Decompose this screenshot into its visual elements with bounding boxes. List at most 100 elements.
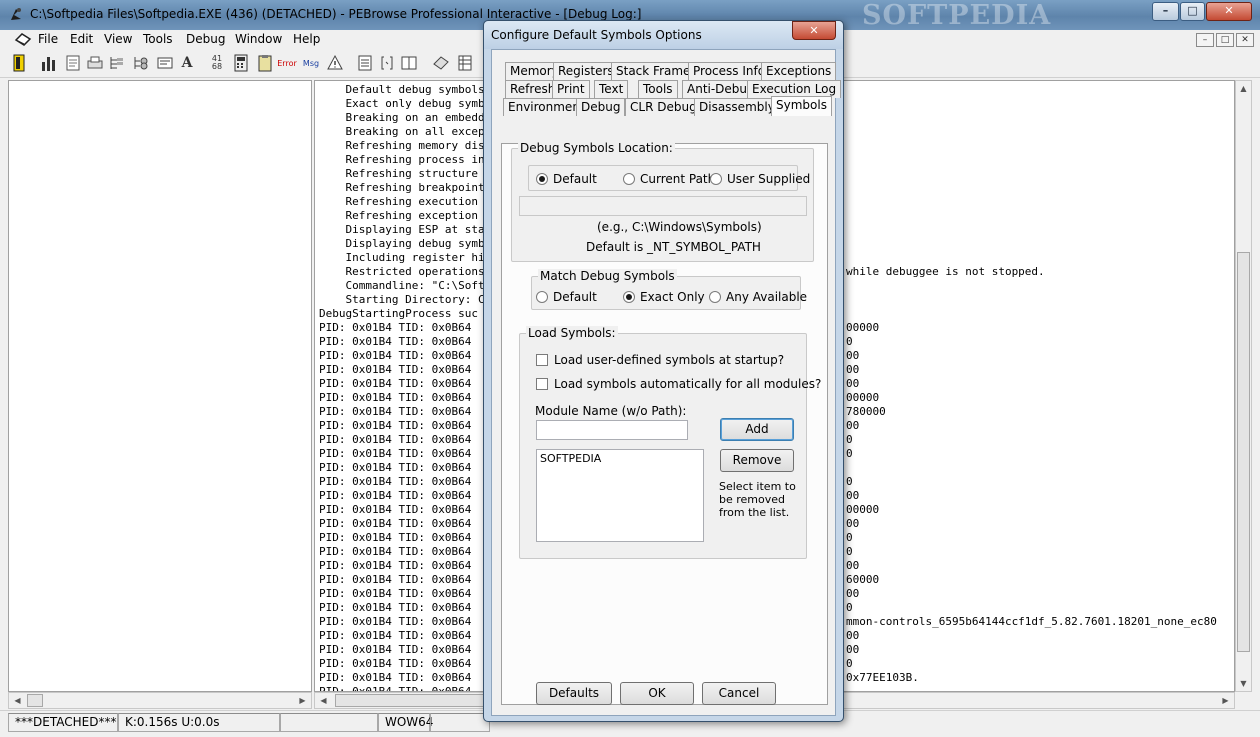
scroll-right-arrow-icon[interactable]: ▶ <box>1218 693 1233 708</box>
list-icon[interactable] <box>356 54 374 72</box>
chart-icon[interactable] <box>40 54 58 72</box>
add-button[interactable]: Add <box>720 418 794 441</box>
text-icon[interactable] <box>156 54 174 72</box>
scroll-right-arrow-icon[interactable]: ▶ <box>295 693 310 708</box>
load-symbols-group: Load Symbols: Load user-defined symbols … <box>519 326 821 559</box>
scroll-left-arrow-icon[interactable]: ◀ <box>10 693 25 708</box>
module-list[interactable]: SOFTPEDIA <box>536 449 704 542</box>
radio-location-user-supplied[interactable]: User Supplied <box>710 172 810 186</box>
module-name-input[interactable] <box>536 420 688 440</box>
tab-tools[interactable]: Tools <box>638 80 678 98</box>
menu-window[interactable]: Window <box>235 32 282 46</box>
log-scroll-thumb[interactable] <box>1237 252 1250 652</box>
status-detached: ***DETACHED*** <box>8 713 118 732</box>
error-msg-icon[interactable]: Error <box>277 54 297 72</box>
tab-disassembly[interactable]: Disassembly <box>694 98 780 116</box>
radio-match-exact-only[interactable]: Exact Only <box>623 290 705 304</box>
symbol-path-field[interactable] <box>519 196 807 216</box>
log-line: Default debug symbols <box>319 83 485 96</box>
hex-icon[interactable]: 41 68 <box>208 54 226 72</box>
radio-location-default[interactable]: Default <box>536 172 597 186</box>
dialog-title: Configure Default Symbols Options <box>491 28 702 42</box>
tab-print[interactable]: Print <box>552 80 590 98</box>
tree-icon[interactable] <box>108 54 126 72</box>
minimize-button[interactable]: – <box>1152 2 1179 21</box>
clipboard-icon[interactable] <box>256 54 274 72</box>
menu-debug[interactable]: Debug <box>186 32 225 46</box>
log-line: PID: 0x01B4 TID: 0x0B64 <box>319 601 472 614</box>
radio-dot-icon <box>536 291 548 303</box>
menu-file[interactable]: File <box>38 32 58 46</box>
doc-icon[interactable] <box>64 54 82 72</box>
checkbox-load-user-defined[interactable]: Load user-defined symbols at startup? <box>536 353 784 367</box>
grid-icon[interactable] <box>456 54 474 72</box>
dialog-close-button[interactable]: ✕ <box>792 21 836 40</box>
checkbox-icon <box>536 378 548 390</box>
tab-exceptions[interactable]: Exceptions <box>761 62 837 80</box>
status-wow64: WOW64 <box>378 713 433 732</box>
checkbox-icon <box>536 354 548 366</box>
window-title: C:\Softpedia Files\Softpedia.EXE (436) (… <box>30 7 642 21</box>
split-icon[interactable] <box>400 54 418 72</box>
log-line: Refreshing breakpoint <box>319 181 485 194</box>
menu-tools[interactable]: Tools <box>143 32 173 46</box>
log-line-tail: 00 <box>846 349 860 362</box>
symbols-location-label: Debug Symbols Location: <box>518 141 675 155</box>
radio-dot-icon <box>536 173 548 185</box>
tab-debug[interactable]: Debug <box>576 98 626 116</box>
scroll-left-arrow-icon[interactable]: ◀ <box>316 693 331 708</box>
brackets-icon[interactable] <box>378 54 396 72</box>
checkbox-load-all-modules[interactable]: Load symbols automatically for all modul… <box>536 377 821 391</box>
tree-pane[interactable] <box>8 80 312 692</box>
document-icon[interactable] <box>14 32 32 47</box>
log-line-tail: while debuggee is not stopped. <box>846 265 1045 278</box>
log-line-tail: 00 <box>846 419 860 432</box>
tab-clr-debug[interactable]: CLR Debug <box>625 98 702 116</box>
tab-symbols[interactable]: Symbols <box>771 96 832 116</box>
left-horizontal-scrollbar[interactable]: ◀ ▶ <box>8 692 312 709</box>
maximize-button[interactable]: □ <box>1180 2 1205 21</box>
log-line: PID: 0x01B4 TID: 0x0B64 <box>319 559 472 572</box>
menu-view[interactable]: View <box>104 32 132 46</box>
log-line-tail: 0 <box>846 475 853 488</box>
mdi-restore-button[interactable]: □ <box>1216 33 1234 47</box>
log-line: Refreshing memory disp <box>319 139 492 152</box>
warning-icon[interactable] <box>326 54 344 72</box>
scroll-thumb[interactable] <box>27 694 43 707</box>
exit-icon[interactable] <box>10 54 28 72</box>
log-line: Refreshing exception l <box>319 209 492 222</box>
tab-process-info[interactable]: Process Info <box>688 62 771 80</box>
tab-registers[interactable]: Registers <box>553 62 619 80</box>
font-icon[interactable]: A <box>178 54 196 72</box>
log-line: PID: 0x01B4 TID: 0x0B64 <box>319 615 472 628</box>
remove-button[interactable]: Remove <box>720 449 794 472</box>
tab-text[interactable]: Text <box>594 80 629 98</box>
cancel-button[interactable]: Cancel <box>702 682 776 705</box>
scroll-down-arrow-icon[interactable]: ▼ <box>1236 676 1251 691</box>
mdi-close-button[interactable]: ✕ <box>1236 33 1254 47</box>
tree2-icon[interactable] <box>132 54 150 72</box>
menu-help[interactable]: Help <box>293 32 320 46</box>
module-list-item[interactable]: SOFTPEDIA <box>540 452 700 465</box>
defaults-button[interactable]: Defaults <box>536 682 612 705</box>
log-line: PID: 0x01B4 TID: 0x0B64 <box>319 587 472 600</box>
checkbox-label: Load symbols automatically for all modul… <box>554 377 822 391</box>
calc-icon[interactable] <box>232 54 250 72</box>
bookmark-icon[interactable] <box>432 54 450 72</box>
dialog-body: Memory Registers Stack Frames Process In… <box>491 49 842 716</box>
log-line: Breaking on all except <box>319 125 492 138</box>
scroll-up-arrow-icon[interactable]: ▲ <box>1236 81 1251 96</box>
radio-match-default[interactable]: Default <box>536 290 597 304</box>
close-button[interactable]: ✕ <box>1206 2 1252 21</box>
radio-match-any-available[interactable]: Any Available <box>709 290 807 304</box>
radio-location-current-path[interactable]: Current Path <box>623 172 715 186</box>
radio-dot-icon <box>710 173 722 185</box>
log-line: PID: 0x01B4 TID: 0x0B64 <box>319 377 472 390</box>
ok-button[interactable]: OK <box>620 682 694 705</box>
log-line: PID: 0x01B4 TID: 0x0B64 <box>319 475 472 488</box>
print-icon[interactable] <box>86 54 104 72</box>
msg-icon[interactable]: Msg <box>302 54 320 72</box>
log-hscroll-thumb[interactable] <box>335 694 485 707</box>
menu-edit[interactable]: Edit <box>70 32 93 46</box>
mdi-minimize-button[interactable]: – <box>1196 33 1214 47</box>
